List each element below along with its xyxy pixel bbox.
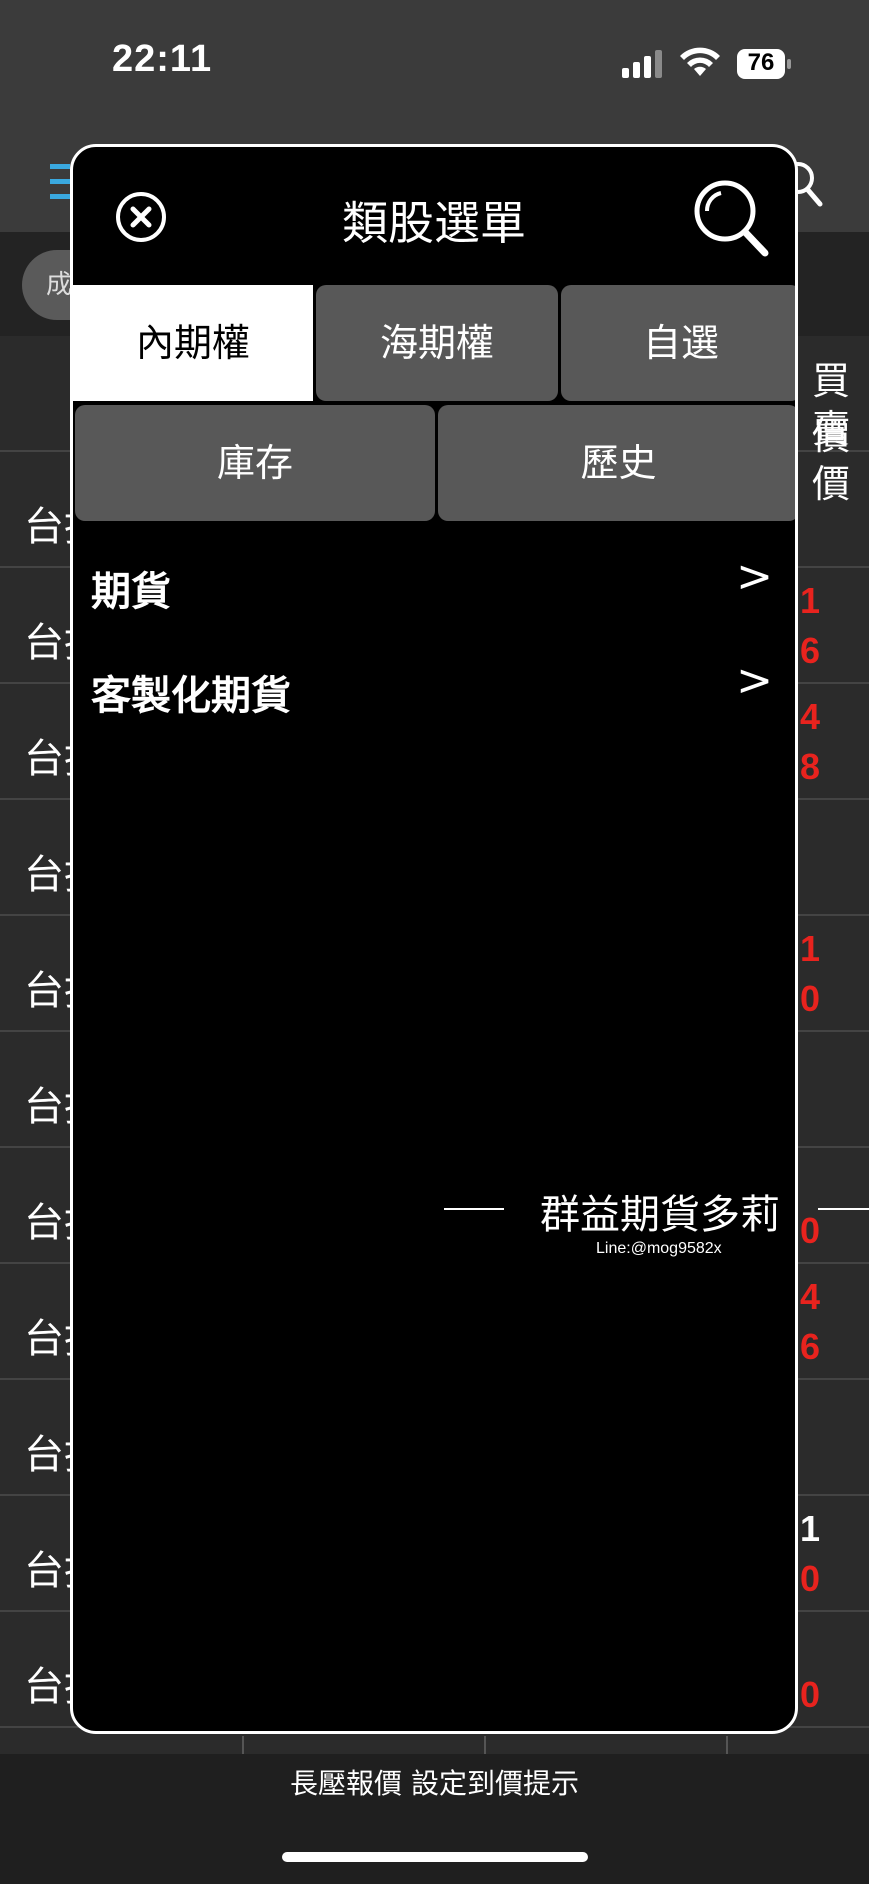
quote-row-bid: 1	[800, 928, 821, 969]
category-menu-modal: 類股選單 內期權 海期權 自選 庫存 歷史 期貨 > 客製化期貨 >	[70, 144, 798, 1734]
quote-row-bid: 4	[800, 696, 821, 737]
quote-row-bid: 1	[800, 1508, 821, 1549]
wifi-icon	[680, 47, 720, 76]
tab-domestic-options[interactable]: 內期權	[73, 285, 313, 401]
quote-row-ask: 0	[800, 978, 821, 1019]
tab-history[interactable]: 歷史	[438, 405, 795, 521]
watermark-line-id: Line:@mog9582x	[596, 1240, 722, 1257]
chevron-right-icon: >	[736, 551, 773, 602]
list-item-label: 客製化期貨	[91, 673, 291, 719]
battery-level: 76	[747, 49, 775, 76]
search-icon[interactable]	[691, 177, 775, 261]
quote-row-bid: 1	[800, 580, 821, 621]
quote-row-ask: 8	[800, 746, 821, 787]
bottom-hint: 長壓報價 設定到價提示	[290, 1767, 579, 1800]
quote-row-ask: 6	[800, 1326, 821, 1367]
home-indicator[interactable]	[282, 1852, 588, 1862]
column-divider	[242, 1736, 244, 1754]
category-list: 期貨 > 客製化期貨 >	[73, 531, 795, 739]
tab-inventory[interactable]: 庫存	[75, 405, 435, 521]
quote-row-ask: 0	[800, 1210, 821, 1251]
list-item-futures[interactable]: 期貨 >	[73, 531, 795, 635]
watermark-name: 群益期貨多莉	[540, 1192, 780, 1238]
chevron-right-icon: >	[736, 655, 773, 706]
tab-row-primary: 內期權 海期權 自選	[73, 285, 795, 403]
battery-indicator: 76	[736, 48, 792, 80]
quote-row-bid: 4	[800, 1276, 821, 1317]
watermark-rule	[818, 1208, 869, 1210]
column-divider	[484, 1736, 486, 1754]
column-divider	[726, 1736, 728, 1754]
tab-row-secondary: 庫存 歷史	[73, 405, 795, 523]
list-item-custom-futures[interactable]: 客製化期貨 >	[73, 635, 795, 739]
tab-overseas-options[interactable]: 海期權	[316, 285, 558, 401]
tab-watchlist[interactable]: 自選	[561, 285, 795, 401]
quote-row-ask: 0	[800, 1558, 821, 1599]
quote-row-ask: 0	[800, 1674, 821, 1715]
watermark-rule	[444, 1208, 504, 1210]
quote-row-ask: 6	[800, 630, 821, 671]
status-time: 22:11	[112, 38, 213, 80]
list-item-label: 期貨	[91, 569, 171, 615]
modal-title: 類股選單	[342, 196, 526, 250]
modal-header: 類股選單	[73, 147, 795, 285]
cellular-signal-icon	[622, 50, 662, 78]
